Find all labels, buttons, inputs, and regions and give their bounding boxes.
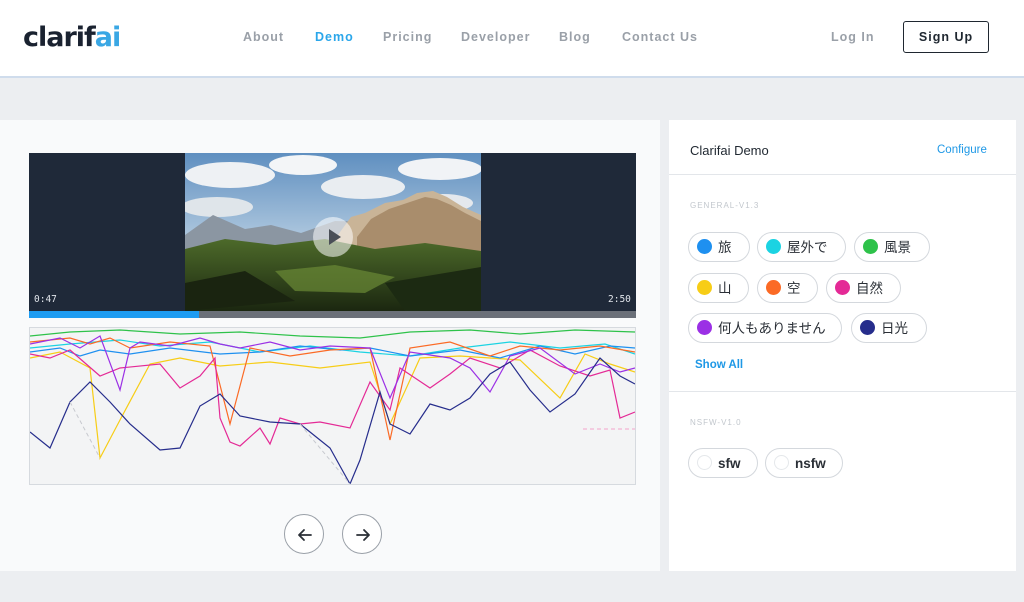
tag-color-dot [766, 280, 781, 295]
signup-button[interactable]: Sign Up [903, 21, 989, 53]
tag-color-dot [860, 320, 875, 335]
panel-title: Clarifai Demo [690, 143, 769, 158]
tag-sky[interactable]: 空 [757, 273, 818, 303]
tag-label: sfw [718, 456, 741, 471]
arrow-left-icon [298, 529, 312, 541]
duration: 2:50 [608, 294, 631, 305]
tag-mountain[interactable]: 山 [688, 273, 749, 303]
concept-timeline-graph[interactable] [29, 327, 636, 485]
tag-color-dot [774, 455, 789, 470]
tag-no-person[interactable]: 何人もありません [688, 313, 842, 343]
tag-label: 何人もありません [718, 321, 826, 336]
previous-button[interactable] [284, 514, 324, 554]
tag-color-dot [766, 239, 781, 254]
tag-sunlight[interactable]: 日光 [851, 313, 927, 343]
nsfw-model-label: NSFW-V1.0 [690, 418, 742, 427]
tag-travel[interactable]: 旅 [688, 232, 750, 262]
panel-divider [669, 174, 1016, 175]
tag-color-dot [697, 455, 712, 470]
tag-color-dot [863, 239, 878, 254]
nav-demo[interactable]: Demo [315, 30, 354, 44]
tag-color-dot [835, 280, 850, 295]
tag-sfw[interactable]: sfw [688, 448, 758, 478]
tag-color-dot [697, 320, 712, 335]
video-progress-fill [29, 311, 199, 318]
nav-contact-us[interactable]: Contact Us [622, 30, 698, 44]
tag-nsfw[interactable]: nsfw [765, 448, 843, 478]
tag-nature[interactable]: 自然 [826, 273, 901, 303]
tag-label: 日光 [881, 321, 908, 336]
play-icon [329, 229, 341, 245]
tag-label: 旅 [718, 240, 732, 255]
configure-link[interactable]: Configure [937, 144, 987, 156]
tag-label: 自然 [856, 281, 883, 296]
login-link[interactable]: Log In [831, 30, 875, 44]
tag-landscape[interactable]: 風景 [854, 232, 930, 262]
panel-divider [669, 391, 1016, 392]
concept-probability-lines [30, 329, 635, 484]
tag-label: 屋外で [787, 240, 828, 255]
tag-label: nsfw [795, 456, 826, 471]
nav-about[interactable]: About [243, 30, 284, 44]
video-progress-bar[interactable] [29, 311, 636, 318]
tag-color-dot [697, 239, 712, 254]
general-model-label: GENERAL-V1.3 [690, 201, 760, 210]
site-header: clarifai About Demo Pricing Developer Bl… [0, 0, 1024, 78]
tag-label: 風景 [884, 240, 911, 255]
tag-outdoors[interactable]: 屋外で [757, 232, 846, 262]
show-all-link[interactable]: Show All [695, 359, 743, 371]
results-panel [669, 120, 1016, 571]
play-button[interactable] [313, 217, 353, 257]
nav-developer[interactable]: Developer [461, 30, 530, 44]
nav-pricing[interactable]: Pricing [383, 30, 432, 44]
nav-blog[interactable]: Blog [559, 30, 591, 44]
current-time: 0:47 [34, 294, 57, 305]
arrow-right-icon [356, 529, 370, 541]
tag-label: 山 [718, 281, 732, 296]
next-button[interactable] [342, 514, 382, 554]
tag-label: 空 [787, 281, 801, 296]
tag-color-dot [697, 280, 712, 295]
